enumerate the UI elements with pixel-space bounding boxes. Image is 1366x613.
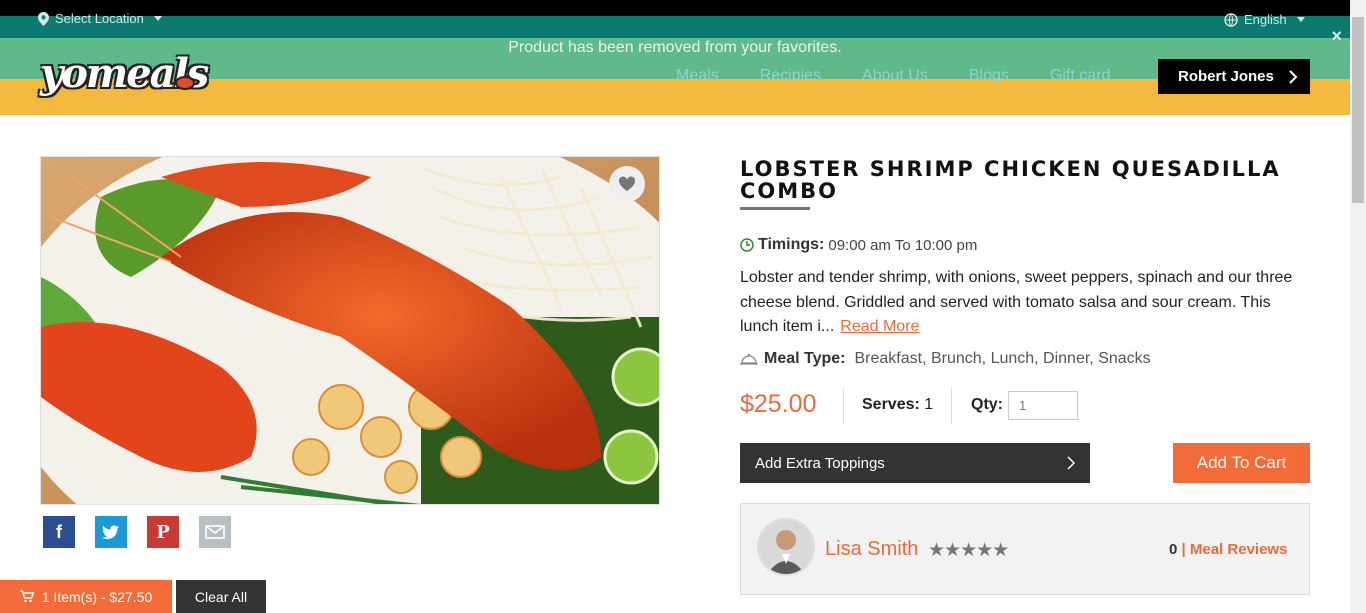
scrollbar[interactable] (1350, 0, 1366, 613)
logo[interactable]: yomeals (40, 50, 209, 97)
twitter-icon (102, 524, 119, 539)
chevron-right-icon (1289, 69, 1298, 84)
reviews-summary: 0 | Meal Reviews (1169, 541, 1288, 558)
meal-type-label: Meal Type: (764, 350, 846, 367)
chevron-down-icon (153, 16, 162, 21)
cart-icon (19, 590, 34, 603)
clear-all-button[interactable]: Clear All (176, 580, 266, 613)
language-label: English (1244, 12, 1287, 27)
qty-label: Qty: (971, 396, 1003, 413)
location-selector[interactable]: Select Location (38, 11, 162, 26)
nav-item-gift-card[interactable]: Gift card (1050, 67, 1110, 85)
nav-item-about-us[interactable]: About Us (862, 67, 928, 85)
globe-icon (1224, 12, 1238, 27)
pinterest-share-button[interactable]: P (147, 516, 179, 548)
chevron-right-icon (1067, 456, 1075, 470)
chevron-down-icon (1296, 17, 1305, 22)
utility-strip (0, 16, 1350, 38)
timings-label: Timings: (758, 236, 825, 253)
scrollbar-thumb[interactable] (1352, 17, 1364, 203)
meal-reviews-link[interactable]: Meal Reviews (1190, 541, 1288, 558)
avatar[interactable] (757, 518, 815, 576)
toppings-label: Add Extra Toppings (755, 454, 885, 472)
timings-value: 09:00 am To 10:00 pm (828, 236, 978, 254)
serves-value: 1 (924, 396, 934, 413)
timings-row: Timings: 09:00 am To 10:00 pm (740, 236, 977, 254)
serves-label: Serves: (862, 396, 920, 413)
chef-name[interactable]: Lisa Smith (825, 538, 918, 561)
logo-mark (175, 76, 195, 90)
top-bar (0, 0, 1350, 16)
add-extra-toppings-button[interactable]: Add Extra Toppings (740, 443, 1090, 483)
divider (951, 388, 952, 424)
nav-item-meals[interactable]: Meals (676, 67, 719, 85)
pinterest-icon: P (156, 521, 170, 543)
close-icon[interactable]: × (1331, 26, 1342, 47)
clock-icon (740, 238, 754, 252)
meal-type-value: Breakfast, Brunch, Lunch, Dinner, Snacks (854, 350, 1151, 367)
add-to-cart-button[interactable]: Add To Cart (1173, 443, 1310, 483)
product-image (40, 156, 660, 505)
mail-icon (205, 525, 225, 539)
map-pin-icon (38, 11, 49, 26)
cart-summary-text: 1 Item(s) - $27.50 (41, 588, 153, 605)
twitter-share-button[interactable] (95, 516, 127, 548)
qty-label-wrap: Qty: (971, 396, 1003, 414)
serves-info: Serves: 1 (862, 396, 933, 414)
rating-stars: ★★★★★ (928, 540, 1009, 561)
main-nav: Meals Recipies About Us Blogs Gift card (676, 67, 1110, 85)
email-share-button[interactable] (199, 516, 231, 548)
user-menu-button[interactable]: Robert Jones (1158, 59, 1310, 94)
title-underline (740, 207, 810, 210)
review-count: 0 (1169, 541, 1178, 558)
facebook-icon: f (56, 521, 62, 542)
favorite-button[interactable] (609, 166, 645, 202)
meal-type-row: Meal Type: Breakfast, Brunch, Lunch, Din… (740, 350, 1151, 368)
facebook-share-button[interactable]: f (43, 516, 75, 548)
location-label: Select Location (55, 11, 144, 26)
cart-summary-button[interactable]: 1 Item(s) - $27.50 (0, 580, 172, 613)
product-price: $25.00 (740, 390, 817, 418)
user-name: Robert Jones (1178, 68, 1274, 85)
cloche-icon (740, 353, 758, 365)
divider (843, 388, 844, 424)
language-selector[interactable]: English (1224, 12, 1305, 27)
product-title: LOBSTER SHRIMP CHICKEN QUESADILLA COMBO (740, 157, 1281, 203)
read-more-link[interactable]: Read More (840, 318, 919, 335)
quantity-input[interactable] (1008, 391, 1078, 420)
product-description: Lobster and tender shrimp, with onions, … (740, 266, 1300, 340)
heart-icon (618, 176, 636, 191)
description-text: Lobster and tender shrimp, with onions, … (740, 269, 1293, 335)
nav-item-recipies[interactable]: Recipies (760, 67, 821, 85)
nav-item-blogs[interactable]: Blogs (969, 67, 1009, 85)
